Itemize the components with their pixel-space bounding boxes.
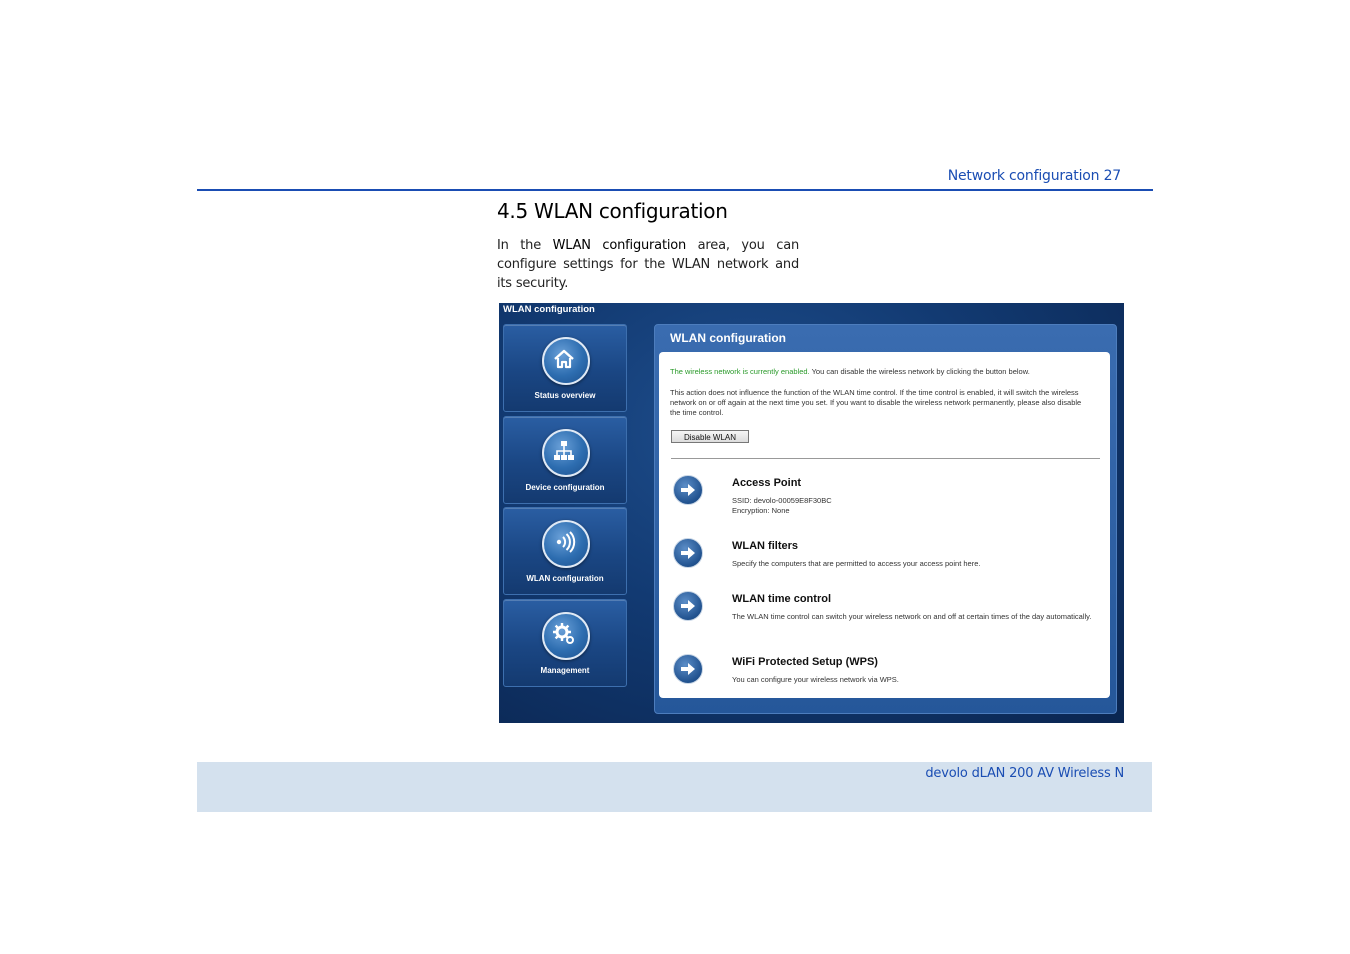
header-rule	[197, 189, 1153, 191]
wps-arrow-icon[interactable]	[673, 654, 703, 684]
wlan-filters-link[interactable]: WLAN filters	[732, 540, 798, 552]
wps-desc: You can configure your wireless network …	[732, 675, 899, 684]
status-message: The wireless network is currently enable…	[670, 367, 1090, 377]
nav-wlan-configuration[interactable]: WLAN configuration	[503, 507, 627, 595]
gear-icon	[542, 612, 590, 660]
network-tree-icon	[542, 429, 590, 477]
nav-status-overview[interactable]: Status overview	[503, 324, 627, 412]
intro-prefix: In the	[497, 238, 553, 253]
access-point-link[interactable]: Access Point	[732, 477, 801, 489]
wlan-filters-desc: Specify the computers that are permitted…	[732, 559, 981, 568]
content-title: WLAN configuration	[670, 331, 786, 345]
nav-management[interactable]: Management	[503, 599, 627, 687]
content-frame: WLAN configuration The wireless network …	[654, 324, 1117, 714]
wireless-icon	[542, 520, 590, 568]
nav-device-configuration[interactable]: Device configuration	[503, 416, 627, 504]
footer-product-name: devolo dLAN 200 AV Wireless N	[925, 766, 1124, 781]
disable-wlan-button[interactable]: Disable WLAN	[671, 430, 749, 443]
section-title: 4.5 WLAN configuration	[497, 199, 728, 223]
running-head: Network configuration 27	[947, 168, 1121, 184]
wlan-time-control-desc: The WLAN time control can switch your wi…	[732, 612, 1092, 621]
info-message: This action does not influence the funct…	[670, 388, 1082, 417]
nav-label: Management	[540, 666, 590, 675]
nav-label: Status overview	[534, 391, 596, 400]
divider	[671, 458, 1100, 459]
wlan-config-screenshot: WLAN configuration Status overview Devic…	[499, 303, 1124, 723]
intro-paragraph: In the WLAN configuration area, you can …	[497, 236, 799, 293]
wlan-filters-arrow-icon[interactable]	[673, 538, 703, 568]
wlan-time-control-link[interactable]: WLAN time control	[732, 593, 831, 605]
status-enabled-text: The wireless network is currently enable…	[670, 367, 810, 376]
intro-bold-term: WLAN configuration	[552, 238, 687, 253]
nav-label: Device configuration	[525, 483, 605, 492]
home-icon	[542, 337, 590, 385]
access-point-encryption: Encryption: None	[732, 506, 790, 515]
window-title: WLAN configuration	[503, 304, 595, 315]
nav-label: WLAN configuration	[526, 574, 604, 583]
content-panel: The wireless network is currently enable…	[659, 352, 1110, 698]
access-point-ssid: SSID: devolo-00059E8F30BC	[732, 496, 832, 505]
access-point-arrow-icon[interactable]	[673, 475, 703, 505]
wlan-time-control-arrow-icon[interactable]	[673, 591, 703, 621]
wps-link[interactable]: WiFi Protected Setup (WPS)	[732, 656, 878, 668]
status-rest-text: You can disable the wireless network by …	[809, 367, 1030, 376]
